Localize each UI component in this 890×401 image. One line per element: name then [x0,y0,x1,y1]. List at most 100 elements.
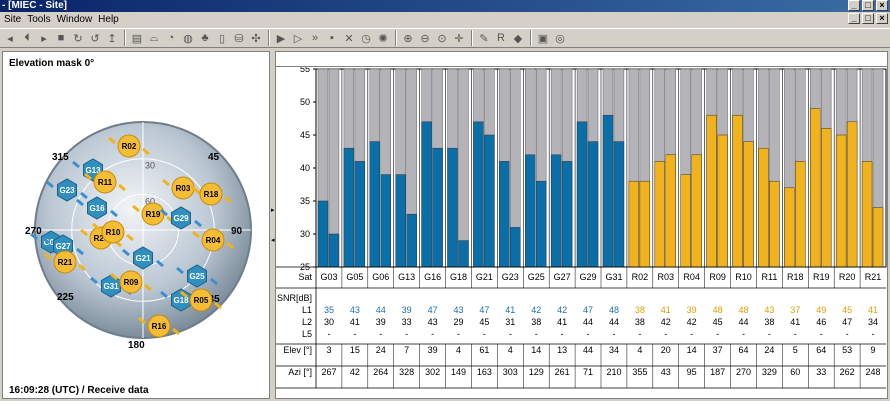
reload-alt-icon[interactable]: ↺ [87,30,103,46]
target-icon[interactable]: ◎ [552,30,568,46]
stop-icon[interactable]: ■ [53,30,69,46]
row-sat-cell: R02 [632,272,649,282]
row-l1-cell: 44 [376,305,386,315]
zoom-out-icon[interactable]: ⊖ [417,30,433,46]
bar-G06-l2 [380,174,391,268]
satellite-label: G18 [173,296,189,305]
play-back-icon[interactable]: ◂ [2,30,18,46]
row-l5-cell: - [353,329,356,339]
maximize-button[interactable]: □ [862,0,874,11]
play-icon[interactable]: ▸ [36,30,52,46]
tree-icon[interactable]: ♣ [197,30,213,46]
row-sat-cell: G21 [476,272,493,282]
window-icon[interactable]: ▣ [535,30,551,46]
row-l2-cell: 46 [816,317,826,327]
bar-R18-l1 [784,187,795,268]
book-icon[interactable]: ▤ [129,30,145,46]
row-azi-label: Azi [°] [288,367,312,377]
row-l2-cell: 42 [661,317,671,327]
config-icon[interactable]: ◆ [510,30,526,46]
satellite-label: G25 [189,272,205,281]
split-right-arrow-icon[interactable]: ◂ [271,236,275,244]
minimize-button[interactable]: _ [848,0,860,11]
satellite-label: R21 [58,258,73,267]
bar-G31-l1 [602,114,614,268]
azimuth-label: 90 [231,226,243,237]
row-azi-cell: 95 [687,367,697,377]
row-elev-cell: 34 [609,345,619,355]
doc-icon[interactable]: ▯ [214,30,230,46]
child-close-button[interactable]: × [876,13,888,24]
row-l1-cell: 43 [350,305,360,315]
satellite-icon[interactable]: ✣ [248,30,264,46]
toolbar-separator [395,30,397,46]
row-l2-cell: 34 [868,317,878,327]
zoom-fit-icon[interactable]: ⊙ [434,30,450,46]
split-left-arrow-icon[interactable]: ▸ [271,206,275,214]
gear-icon[interactable]: ✺ [375,30,391,46]
globe-icon[interactable]: ◍ [180,30,196,46]
row-l1-cell: 48 [713,305,723,315]
row-l1-cell: 35 [324,305,334,315]
bar-G27-l2 [561,161,573,268]
skyplot-panel: 30603154590270225180135R02G13R11G23R03R1… [2,51,270,399]
reload-icon[interactable]: ↻ [70,30,86,46]
row-elev-cell: 24 [376,345,386,355]
toolbar-separator [471,30,473,46]
crosshair-icon[interactable]: ✛ [451,30,467,46]
marker-icon[interactable]: ↥ [104,30,120,46]
db-icon[interactable]: ⛁ [231,30,247,46]
bar-R11-l1 [758,147,769,268]
square-icon[interactable]: ▪ [324,30,340,46]
fast-forward-icon[interactable]: » [307,30,323,46]
menu-window[interactable]: Window [57,14,99,25]
clock-icon[interactable]: ◷ [358,30,374,46]
row-l2-cell: 44 [738,317,748,327]
bar-R03-l1 [654,161,666,268]
row-l2-cell: 30 [324,317,334,327]
row-elev-cell: 53 [842,345,852,355]
child-minimize-button[interactable]: _ [848,13,860,24]
menu-tools[interactable]: Tools [27,14,56,25]
row-l2-cell: 38 [635,317,645,327]
row-sat-cell: R19 [813,272,830,282]
satellite-label: G29 [173,214,189,223]
row-sat-cell: G31 [605,272,622,282]
row-elev-cell: 4 [456,345,461,355]
row-l5-cell: - [612,329,615,339]
row-l1-cell: 48 [609,305,619,315]
bar-G03-l1 [317,200,329,268]
row-l5-cell: - [379,329,382,339]
play-arrow-icon[interactable]: ▶ [273,30,289,46]
row-azi-cell: 264 [373,367,388,377]
snr-panel: 25 30 35 40 45 50 55 Sat G03 G05 G06 G13 G16 G18 G21 G2… [275,66,888,399]
row-l1-cell: 39 [402,305,412,315]
child-maximize-button[interactable]: □ [862,13,874,24]
satellite-label: G31 [103,282,119,291]
row-l1-cell: 45 [842,305,852,315]
row-sat-cell: G27 [554,272,571,282]
satellite-label: G23 [59,186,75,195]
chart-icon[interactable]: ◔ [163,30,179,46]
tools-icon[interactable]: ✕ [341,30,357,46]
menu-site[interactable]: Site [4,14,27,25]
bar-R20-l1 [835,134,847,268]
bar-R04-l1 [680,174,691,268]
play-outline-icon[interactable]: ▷ [290,30,306,46]
row-elev-label: Elev [°] [283,345,312,355]
ring-label-30: 30 [145,161,155,171]
wand-icon[interactable]: ✎ [476,30,492,46]
row-azi-cell: 187 [710,367,725,377]
zoom-in-icon[interactable]: ⊕ [400,30,416,46]
step-back-icon[interactable]: ⏴ [19,30,35,46]
antenna-icon[interactable]: ⌓ [146,30,162,46]
row-elev-cell: 5 [793,345,798,355]
close-button[interactable]: × [876,0,888,11]
row-l5-cell: - [846,329,849,339]
menu-help[interactable]: Help [98,14,125,25]
row-l2-cell: 42 [687,317,697,327]
row-l2-cell: 44 [583,317,593,327]
r-icon[interactable]: R [493,30,509,46]
row-sat-cell: G06 [372,272,389,282]
row-l2-cell: 33 [402,317,412,327]
